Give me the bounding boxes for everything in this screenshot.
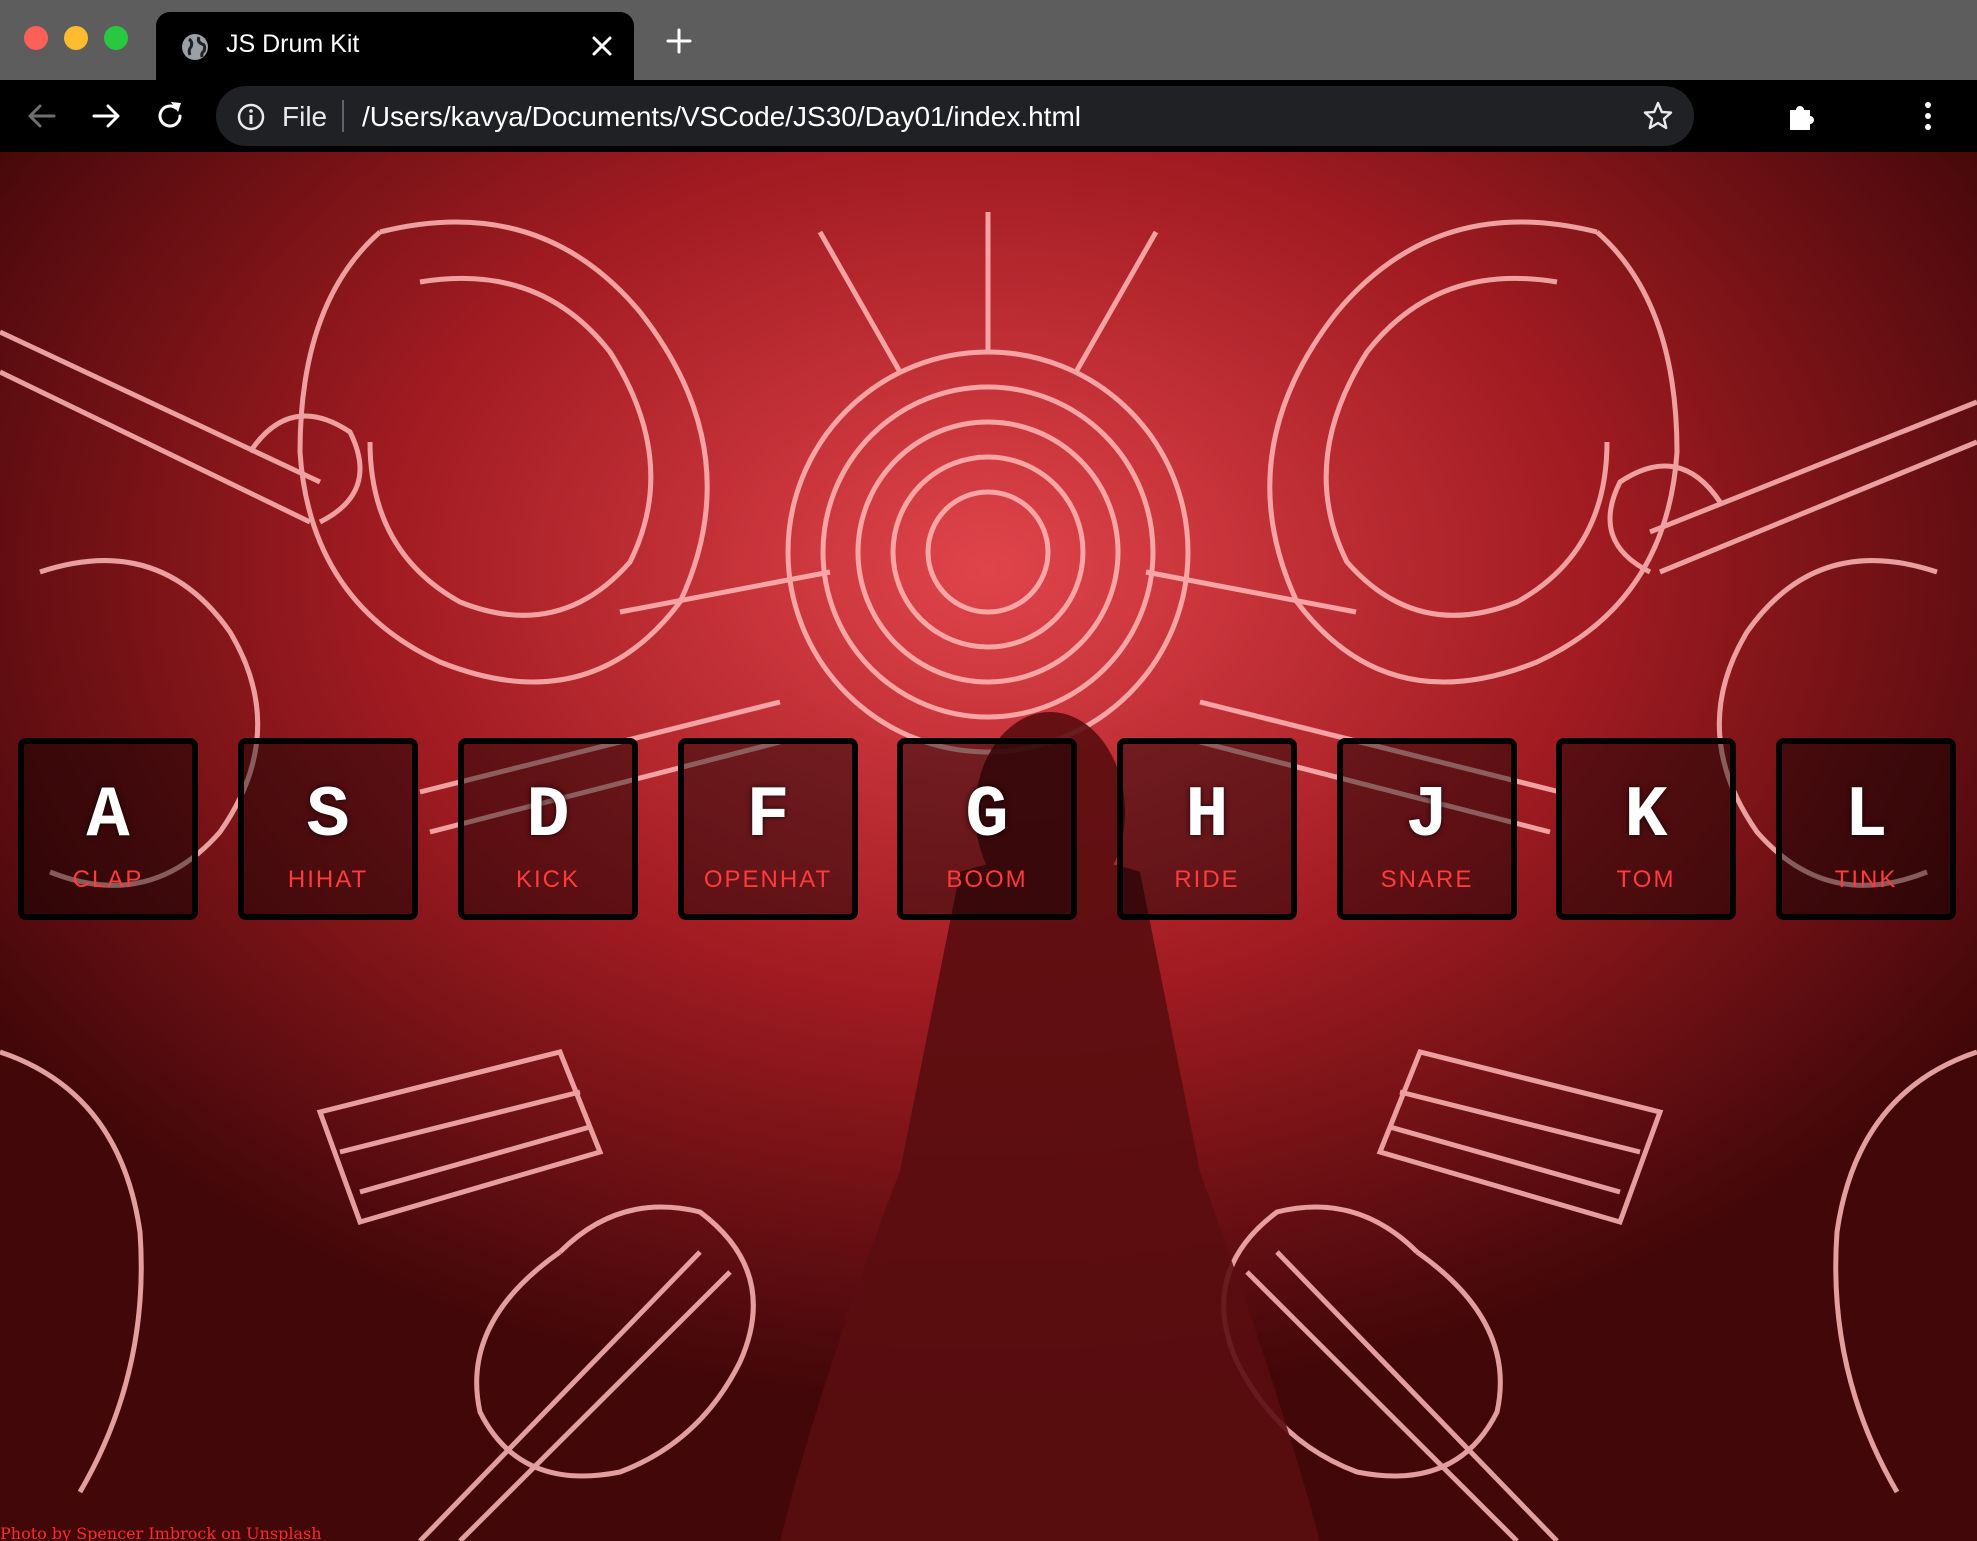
- drum-key-d[interactable]: D KICK: [458, 738, 638, 920]
- key-sound: KICK: [515, 866, 580, 893]
- drum-key-g[interactable]: G BOOM: [897, 738, 1077, 920]
- key-letter: K: [1624, 775, 1668, 857]
- back-arrow-icon[interactable]: [24, 98, 60, 134]
- photo-credit[interactable]: Photo by Spencer Imbrock on Unsplash: [0, 1526, 322, 1541]
- drum-key-f[interactable]: F OPENHAT: [678, 738, 858, 920]
- key-letter: F: [746, 775, 790, 857]
- address-separator: [342, 100, 344, 132]
- key-sound: TOM: [1616, 866, 1676, 893]
- browser-tab[interactable]: JS Drum Kit: [156, 12, 634, 80]
- maximize-window-button[interactable]: [104, 26, 128, 50]
- globe-icon: [182, 34, 208, 60]
- extensions-puzzle-icon[interactable]: [1784, 98, 1820, 134]
- drum-key-a[interactable]: A CLAP: [18, 738, 198, 920]
- key-letter: G: [965, 775, 1009, 857]
- browser-tab-bar: JS Drum Kit: [0, 0, 1977, 80]
- close-window-button[interactable]: [24, 26, 48, 50]
- browser-menu-icon[interactable]: [1916, 98, 1940, 134]
- key-sound: RIDE: [1174, 866, 1240, 893]
- drum-key-h[interactable]: H RIDE: [1117, 738, 1297, 920]
- drum-kit-page: A CLAP S HIHAT D KICK F OPENHAT G BOOM H…: [0, 152, 1977, 1541]
- forward-arrow-icon[interactable]: [88, 98, 124, 134]
- url-text[interactable]: /Users/kavya/Documents/VSCode/JS30/Day01…: [362, 101, 1081, 133]
- key-sound: CLAP: [72, 866, 144, 893]
- minimize-window-button[interactable]: [64, 26, 88, 50]
- drum-key-j[interactable]: J SNARE: [1337, 738, 1517, 920]
- info-icon[interactable]: [236, 102, 266, 132]
- key-letter: D: [526, 775, 570, 857]
- browser-toolbar: File /Users/kavya/Documents/VSCode/JS30/…: [0, 80, 1977, 152]
- reload-icon[interactable]: [152, 98, 188, 134]
- close-tab-icon[interactable]: [590, 34, 614, 58]
- key-letter: H: [1185, 775, 1229, 857]
- key-letter: S: [306, 775, 350, 857]
- tab-title: JS Drum Kit: [226, 30, 360, 58]
- key-sound: OPENHAT: [703, 866, 833, 893]
- key-letter: J: [1405, 775, 1449, 857]
- bookmark-star-icon[interactable]: [1642, 100, 1674, 132]
- key-sound: HIHAT: [287, 866, 369, 893]
- key-letter: A: [86, 775, 130, 857]
- url-scheme: File: [282, 101, 328, 132]
- drum-key-k[interactable]: K TOM: [1556, 738, 1736, 920]
- key-sound: TINK: [1834, 866, 1898, 893]
- key-sound: BOOM: [946, 866, 1028, 893]
- drum-keys: A CLAP S HIHAT D KICK F OPENHAT G BOOM H…: [0, 738, 1977, 920]
- drum-key-s[interactable]: S HIHAT: [238, 738, 418, 920]
- key-sound: SNARE: [1380, 866, 1474, 893]
- key-letter: L: [1844, 775, 1888, 857]
- drum-key-l[interactable]: L TINK: [1776, 738, 1956, 920]
- new-tab-icon[interactable]: [666, 28, 692, 54]
- address-bar[interactable]: File /Users/kavya/Documents/VSCode/JS30/…: [216, 86, 1694, 146]
